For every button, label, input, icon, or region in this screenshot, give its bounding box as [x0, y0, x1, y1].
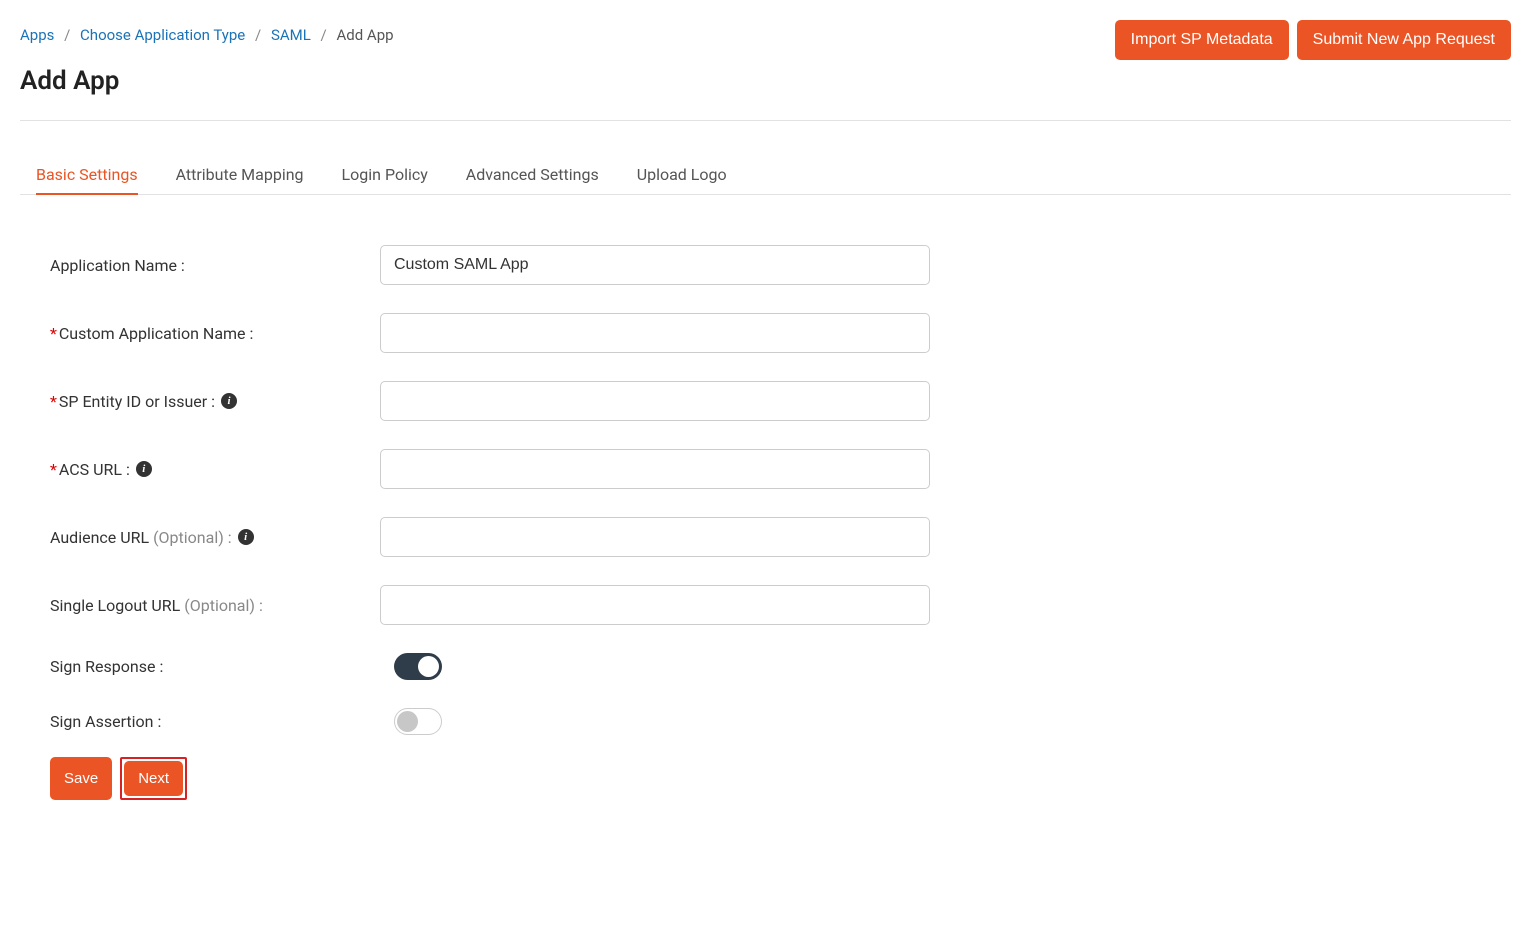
row-application-name: Application Name : [50, 245, 1481, 285]
import-sp-metadata-button[interactable]: Import SP Metadata [1115, 20, 1289, 60]
label-acs-url: * ACS URL : i [50, 460, 380, 479]
row-sp-entity-id: * SP Entity ID or Issuer : i [50, 381, 1481, 421]
label-text: Audience URL [50, 528, 149, 547]
required-star: * [50, 392, 57, 411]
save-button[interactable]: Save [50, 757, 112, 800]
label-text: ACS URL : [59, 460, 130, 479]
toggle-knob [418, 656, 439, 677]
breadcrumb-sep: / [255, 26, 261, 44]
toggle-knob [397, 711, 418, 732]
required-star: * [50, 324, 57, 343]
optional-text: (Optional) : [153, 528, 232, 547]
tabs: Basic Settings Attribute Mapping Login P… [20, 161, 1511, 195]
top-buttons: Import SP Metadata Submit New App Reques… [1115, 20, 1511, 60]
sign-response-toggle[interactable] [394, 653, 442, 680]
row-sign-response: Sign Response : [50, 653, 1481, 680]
acs-url-input[interactable] [380, 449, 930, 489]
label-application-name: Application Name : [50, 256, 380, 275]
label-sign-assertion: Sign Assertion : [50, 712, 380, 731]
application-name-input[interactable] [380, 245, 930, 285]
breadcrumb-sep: / [64, 26, 70, 44]
tab-advanced-settings[interactable]: Advanced Settings [466, 161, 599, 194]
breadcrumb-current: Add App [336, 26, 393, 44]
label-sp-entity-id: * SP Entity ID or Issuer : i [50, 392, 380, 411]
row-custom-application-name: * Custom Application Name : [50, 313, 1481, 353]
info-icon[interactable]: i [221, 393, 237, 409]
next-button[interactable]: Next [124, 761, 183, 796]
label-custom-app-name: * Custom Application Name : [50, 324, 380, 343]
sign-assertion-toggle[interactable] [394, 708, 442, 735]
tab-upload-logo[interactable]: Upload Logo [637, 161, 727, 194]
label-single-logout-url: Single Logout URL (Optional) : [50, 596, 380, 615]
info-icon[interactable]: i [136, 461, 152, 477]
row-audience-url: Audience URL (Optional) : i [50, 517, 1481, 557]
label-text: Custom Application Name : [59, 324, 254, 343]
tab-basic-settings[interactable]: Basic Settings [36, 161, 138, 194]
breadcrumb-saml[interactable]: SAML [271, 26, 311, 44]
label-text: Single Logout URL [50, 596, 180, 615]
submit-new-app-request-button[interactable]: Submit New App Request [1297, 20, 1511, 60]
page-container: Apps / Choose Application Type / SAML / … [0, 0, 1531, 860]
row-sign-assertion: Sign Assertion : [50, 708, 1481, 735]
breadcrumb-choose-type[interactable]: Choose Application Type [80, 26, 245, 44]
label-audience-url: Audience URL (Optional) : i [50, 528, 380, 547]
optional-text: (Optional) : [184, 596, 263, 615]
breadcrumb-apps[interactable]: Apps [20, 26, 54, 44]
footer-buttons: Save Next [50, 757, 1481, 800]
tab-login-policy[interactable]: Login Policy [342, 161, 428, 194]
row-single-logout-url: Single Logout URL (Optional) : [50, 585, 1481, 625]
page-title: Add App [20, 66, 1511, 96]
row-acs-url: * ACS URL : i [50, 449, 1481, 489]
breadcrumb: Apps / Choose Application Type / SAML / … [20, 20, 394, 44]
breadcrumb-sep: / [321, 26, 327, 44]
required-star: * [50, 460, 57, 479]
top-bar: Apps / Choose Application Type / SAML / … [20, 20, 1511, 60]
audience-url-input[interactable] [380, 517, 930, 557]
tab-attribute-mapping[interactable]: Attribute Mapping [176, 161, 304, 194]
label-text: SP Entity ID or Issuer : [59, 392, 215, 411]
label-text: Application Name : [50, 256, 185, 275]
form-area: Application Name : * Custom Application … [20, 195, 1511, 820]
custom-app-name-input[interactable] [380, 313, 930, 353]
sp-entity-id-input[interactable] [380, 381, 930, 421]
single-logout-url-input[interactable] [380, 585, 930, 625]
info-icon[interactable]: i [238, 529, 254, 545]
divider [20, 120, 1511, 121]
next-highlight-box: Next [120, 757, 187, 800]
label-sign-response: Sign Response : [50, 657, 380, 676]
